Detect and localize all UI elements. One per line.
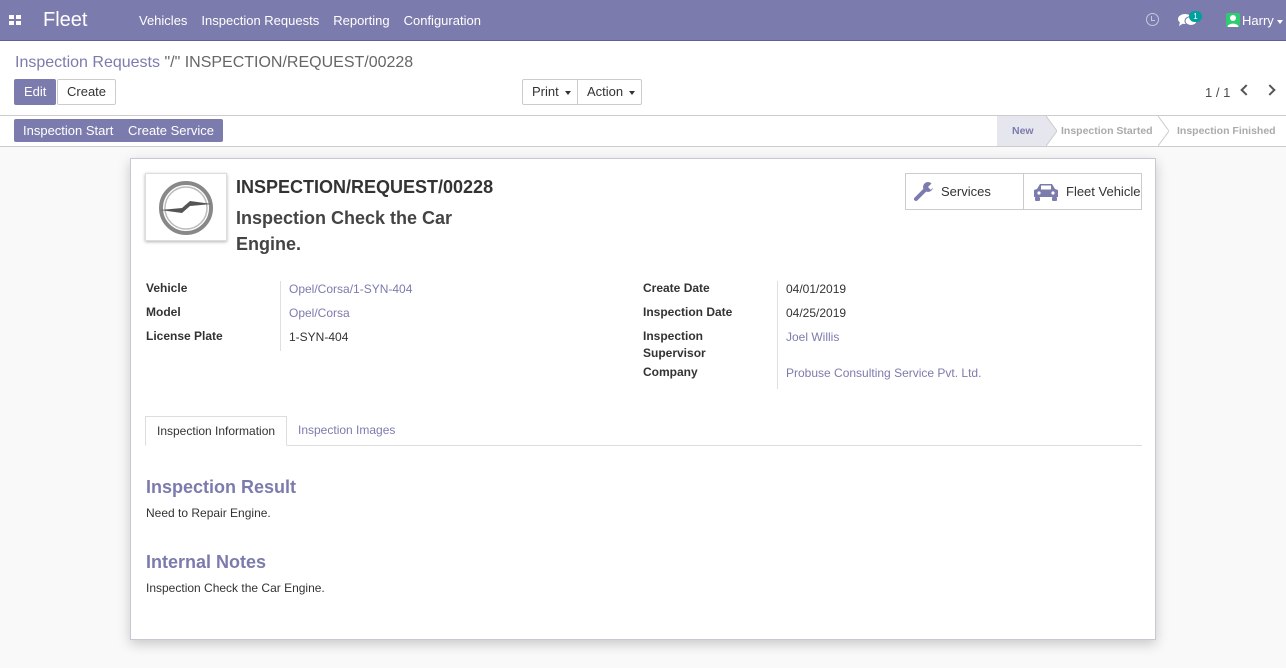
inspection-result-text: Need to Repair Engine.: [146, 506, 271, 520]
stage-inspection-finished[interactable]: Inspection Finished: [1177, 116, 1276, 146]
create-service-button[interactable]: Create Service: [119, 119, 223, 142]
model-label: Model: [146, 305, 181, 319]
main-menu: Vehicles Inspection Requests Reporting C…: [132, 0, 488, 41]
caret-down-icon: [629, 90, 636, 95]
pager-value[interactable]: 1 / 1: [1205, 85, 1230, 100]
create-date-value: 04/01/2019: [786, 282, 847, 296]
services-smart-button[interactable]: Services: [906, 174, 1023, 209]
print-dropdown[interactable]: Print: [522, 79, 578, 105]
chat-badge: 1: [1189, 11, 1202, 22]
internal-notes-text: Inspection Check the Car Engine.: [146, 581, 325, 595]
clock-icon[interactable]: [1146, 13, 1159, 26]
user-menu[interactable]: Harry: [1242, 13, 1283, 28]
record-name: Inspection Check the Car Engine.: [236, 208, 453, 254]
app-brand[interactable]: Fleet: [43, 9, 87, 32]
model-value[interactable]: Opel/Corsa: [289, 306, 350, 320]
fleet-vehicle-label: Fleet Vehicle: [1066, 184, 1141, 199]
top-navbar: Fleet Vehicles Inspection Requests Repor…: [0, 0, 1286, 41]
statusbar: Inspection Start Create Service New Insp…: [0, 116, 1286, 147]
company-value[interactable]: Probuse Consulting Service Pvt. Ltd.: [786, 366, 981, 380]
smart-buttons: Services Fleet Vehicle: [905, 173, 1142, 210]
stage-inspection-started[interactable]: Inspection Started: [1061, 116, 1153, 146]
control-panel: Inspection Requests "/" INSPECTION/REQUE…: [0, 41, 1286, 116]
company-label: Company: [643, 365, 698, 379]
services-label: Services: [941, 184, 991, 199]
action-label: Action: [587, 84, 624, 99]
caret-down-icon: [564, 90, 571, 95]
breadcrumb: Inspection Requests "/" INSPECTION/REQUE…: [15, 54, 413, 72]
tab-inspection-images[interactable]: Inspection Images: [287, 416, 406, 446]
license-plate-label: License Plate: [146, 329, 223, 343]
stage-new[interactable]: New: [997, 116, 1047, 146]
create-date-label: Create Date: [643, 281, 710, 295]
tab-inspection-information[interactable]: Inspection Information: [145, 416, 288, 446]
breadcrumb-current: "/" INSPECTION/REQUEST/00228: [164, 54, 414, 71]
notebook-tabs: Inspection Information Inspection Images: [145, 416, 1142, 446]
user-avatar-icon[interactable]: [1226, 13, 1240, 27]
inspection-supervisor-label: Inspection Supervisor: [643, 329, 706, 360]
menu-reporting[interactable]: Reporting: [326, 0, 396, 41]
user-name: Harry: [1242, 13, 1274, 28]
edit-button[interactable]: Edit: [14, 79, 57, 105]
license-plate-value: 1-SYN-404: [289, 330, 349, 344]
field-separator: [777, 281, 778, 389]
print-label: Print: [532, 84, 559, 99]
opel-logo: [159, 181, 213, 235]
vehicle-value[interactable]: Opel/Corsa/1-SYN-404: [289, 282, 412, 296]
stage-separator: [1046, 116, 1057, 146]
chevron-left-icon[interactable]: [1240, 84, 1252, 96]
inspection-supervisor-value[interactable]: Joel Willis: [786, 330, 839, 344]
menu-inspection-requests[interactable]: Inspection Requests: [194, 0, 326, 41]
vehicle-image[interactable]: [145, 173, 227, 241]
menu-vehicles[interactable]: Vehicles: [132, 0, 194, 41]
inspection-date-value: 04/25/2019: [786, 306, 847, 320]
inspection-date-label: Inspection Date: [643, 305, 733, 319]
inspection-start-button[interactable]: Inspection Start: [14, 119, 123, 142]
car-icon: [1034, 183, 1058, 201]
apps-icon[interactable]: [9, 15, 21, 25]
chevron-right-icon[interactable]: [1264, 84, 1276, 96]
record-reference: INSPECTION/REQUEST/00228: [236, 177, 494, 197]
stage-separator: [1158, 116, 1169, 146]
form-sheet: INSPECTION/REQUEST/00228 Inspection Chec…: [130, 158, 1156, 640]
vehicle-label: Vehicle: [146, 281, 188, 295]
caret-down-icon: [1276, 19, 1283, 24]
inspection-result-title: Inspection Result: [146, 477, 297, 497]
menu-configuration[interactable]: Configuration: [397, 0, 488, 41]
wrench-icon: [914, 182, 935, 201]
fleet-vehicle-smart-button[interactable]: Fleet Vehicle: [1023, 174, 1141, 209]
internal-notes-title: Internal Notes: [146, 552, 267, 572]
field-separator: [280, 281, 281, 351]
breadcrumb-parent[interactable]: Inspection Requests: [15, 54, 160, 71]
create-button[interactable]: Create: [57, 79, 117, 105]
action-dropdown[interactable]: Action: [577, 79, 642, 105]
